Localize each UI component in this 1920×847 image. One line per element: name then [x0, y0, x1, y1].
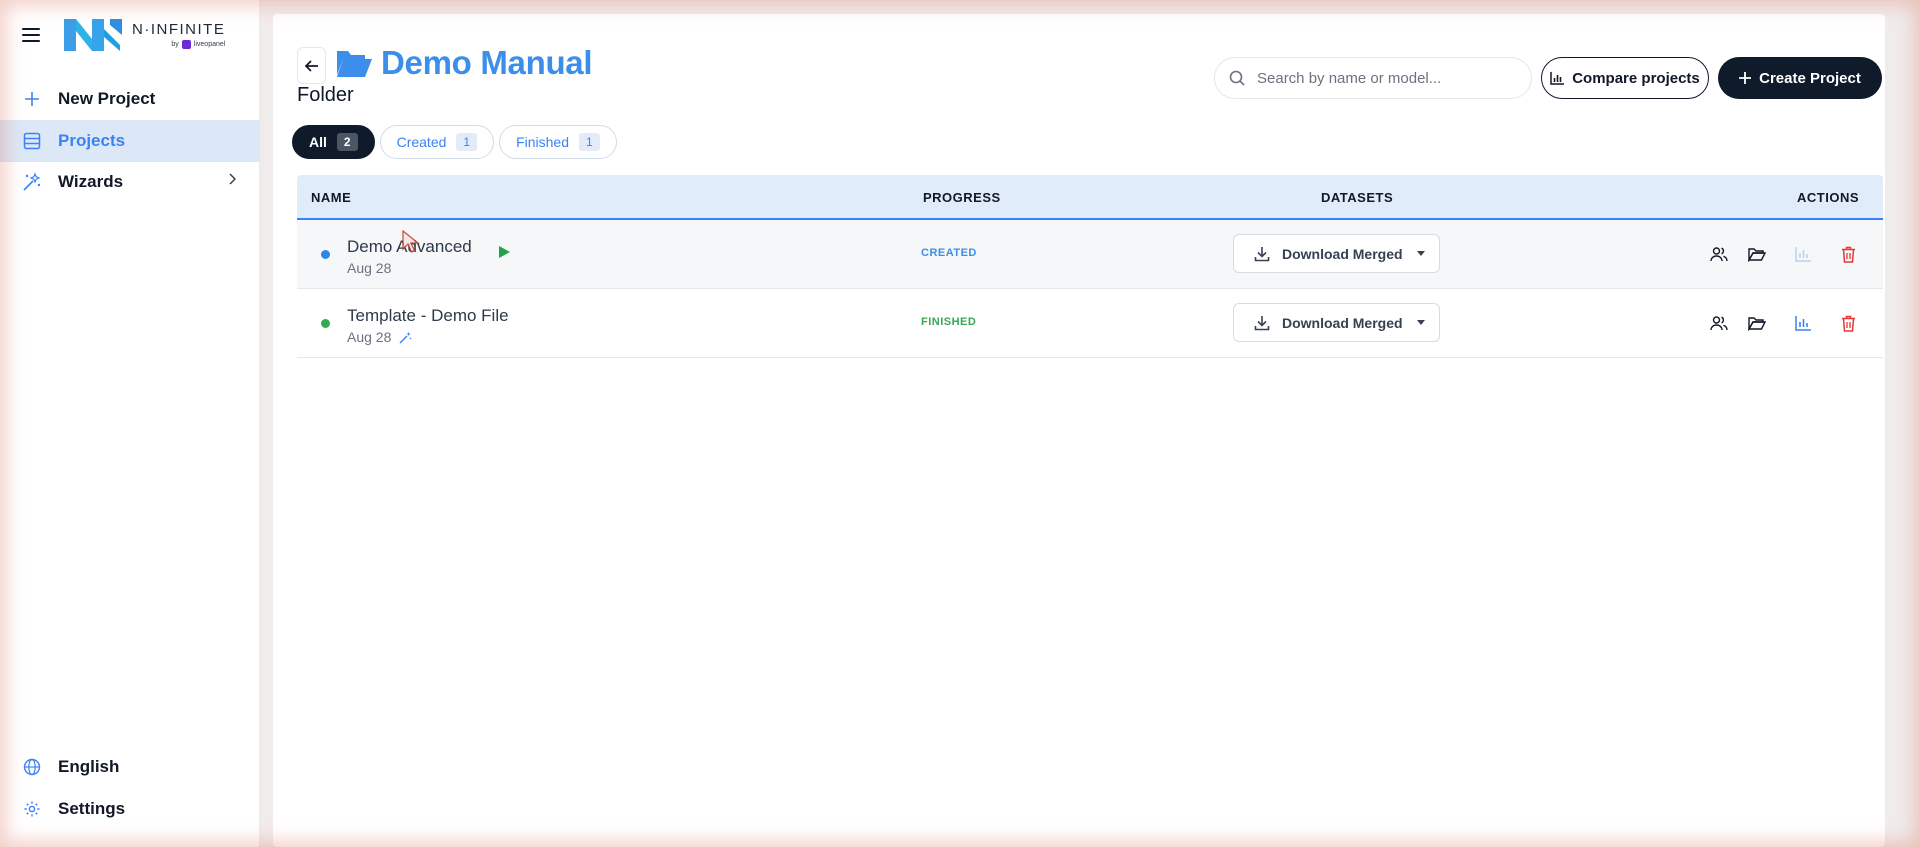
status-badge: FINISHED — [921, 316, 977, 328]
column-name[interactable]: NAME — [311, 190, 351, 205]
compare-projects-button[interactable]: Compare projects — [1541, 57, 1709, 99]
brand-badge-icon — [181, 40, 191, 49]
download-icon — [1254, 246, 1270, 261]
status-dot — [321, 319, 330, 328]
search-icon — [1229, 70, 1245, 86]
table-icon — [22, 131, 42, 151]
create-project-button[interactable]: Create Project — [1718, 57, 1882, 99]
filter-label: All — [309, 134, 327, 150]
column-datasets: DATASETS — [1321, 190, 1394, 205]
sidebar-item-wizards[interactable]: Wizards — [0, 161, 260, 203]
download-label: Download Merged — [1282, 314, 1403, 331]
search-input[interactable] — [1257, 69, 1497, 87]
filter-count: 1 — [579, 133, 600, 151]
create-project-label: Create Project — [1759, 69, 1861, 87]
globe-icon — [22, 757, 42, 777]
play-icon[interactable] — [497, 245, 511, 259]
filter-tabs: All 2 Created 1 Finished 1 — [292, 125, 617, 159]
logo-name: N·INFINITE — [132, 21, 226, 38]
logo[interactable]: N·INFINITE by liveopanel — [62, 15, 225, 55]
sidebar-item-label: Wizards — [58, 172, 124, 191]
filter-count: 1 — [456, 133, 478, 151]
trash-icon[interactable] — [1837, 243, 1859, 265]
trash-icon[interactable] — [1837, 312, 1859, 334]
filter-all[interactable]: All 2 — [292, 125, 375, 159]
download-label: Download Merged — [1282, 245, 1403, 262]
logo-mark-icon — [64, 19, 122, 51]
sparkles-icon — [22, 172, 42, 192]
filter-created[interactable]: Created 1 — [379, 125, 495, 159]
project-date: Aug 28 — [347, 260, 391, 276]
folder-icon[interactable] — [1746, 312, 1768, 334]
download-merged-button[interactable]: Download Merged — [1233, 303, 1440, 342]
date-text: Aug 28 — [347, 329, 392, 345]
filter-label: Created — [396, 134, 447, 150]
sidebar: N·INFINITE by liveopanel New Project Pro… — [0, 0, 260, 847]
filter-label: Finished — [516, 134, 569, 150]
mouse-cursor-icon — [402, 230, 420, 253]
column-progress[interactable]: PROGRESS — [923, 190, 1001, 205]
date-text: Aug 28 — [347, 260, 392, 276]
download-merged-button[interactable]: Download Merged — [1233, 234, 1440, 273]
logo-brand: liveopanel — [193, 41, 226, 48]
column-actions: ACTIONS — [1797, 190, 1859, 205]
page-title: Demo Manual — [381, 44, 593, 81]
folder-icon[interactable] — [1746, 243, 1768, 265]
page-subtitle: Folder — [297, 84, 354, 106]
caret-down-icon — [1416, 251, 1425, 256]
sidebar-item-new-project[interactable]: New Project — [0, 78, 260, 120]
compare-projects-label: Compare projects — [1572, 69, 1700, 87]
chart-icon[interactable] — [1792, 312, 1814, 334]
caret-down-icon — [1416, 320, 1425, 325]
users-icon[interactable] — [1708, 243, 1730, 265]
plus-icon — [1739, 72, 1752, 84]
project-date: Aug 28 — [347, 329, 412, 345]
status-badge: CREATED — [921, 247, 977, 259]
sidebar-item-label: New Project — [58, 89, 156, 108]
table-header: NAME PROGRESS DATASETS ACTIONS — [297, 175, 1883, 220]
magic-wand-icon — [399, 331, 412, 343]
back-button[interactable] — [297, 47, 326, 84]
chart-icon — [1792, 243, 1814, 265]
bar-chart-icon — [1550, 71, 1565, 85]
sidebar-item-label: English — [58, 757, 120, 776]
menu-icon[interactable] — [22, 28, 40, 42]
chevron-right-icon — [228, 172, 237, 188]
projects-table: NAME PROGRESS DATASETS ACTIONS Demo Adva… — [297, 175, 1883, 358]
plus-icon — [22, 89, 42, 109]
logo-by: by — [171, 41, 179, 48]
project-name[interactable]: Template - Demo File — [347, 306, 509, 326]
gear-icon — [22, 799, 42, 819]
users-icon[interactable] — [1708, 312, 1730, 334]
sidebar-item-label: Projects — [58, 131, 126, 150]
download-icon — [1254, 315, 1270, 330]
sidebar-item-english[interactable]: English — [0, 746, 260, 788]
search-box[interactable] — [1214, 57, 1532, 99]
filter-finished[interactable]: Finished 1 — [499, 125, 617, 159]
filter-count: 2 — [336, 133, 358, 151]
main-panel: Demo Manual Folder Compare projects Crea… — [273, 14, 1885, 847]
sidebar-item-label: Settings — [58, 799, 126, 818]
folder-open-icon — [337, 51, 372, 77]
status-dot — [321, 250, 330, 259]
sidebar-item-projects[interactable]: Projects — [0, 120, 260, 162]
arrow-left-icon — [304, 59, 318, 72]
table-row[interactable]: Demo Advanced Aug 28 CREATED Download Me… — [297, 220, 1883, 289]
table-row[interactable]: Template - Demo File Aug 28 FINISHED Dow… — [297, 289, 1883, 358]
sidebar-item-settings[interactable]: Settings — [0, 788, 260, 830]
